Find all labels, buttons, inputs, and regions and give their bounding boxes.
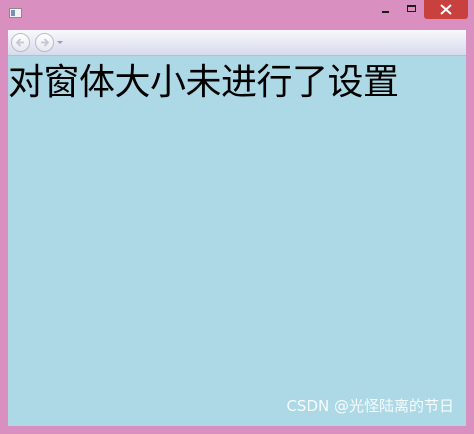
minimize-button[interactable] (376, 0, 396, 19)
title-bar[interactable] (0, 0, 474, 26)
forward-arrow-icon (41, 38, 50, 47)
maximize-button[interactable] (402, 0, 422, 19)
content-text: 对窗体大小未进行了设置 (8, 62, 399, 103)
application-window: 对窗体大小未进行了设置 CSDN @光怪陆离的节日 (0, 0, 474, 434)
back-button[interactable] (11, 33, 30, 52)
navigation-bar (8, 30, 466, 56)
back-arrow-icon (15, 38, 24, 47)
window-client-area: 对窗体大小未进行了设置 CSDN @光怪陆离的节日 (8, 30, 466, 426)
close-button[interactable] (424, 0, 468, 19)
forward-button[interactable] (35, 33, 54, 52)
watermark-text: CSDN @光怪陆离的节日 (286, 397, 454, 415)
app-icon[interactable] (9, 8, 22, 18)
chevron-down-icon[interactable] (57, 41, 63, 44)
close-icon (440, 4, 452, 15)
